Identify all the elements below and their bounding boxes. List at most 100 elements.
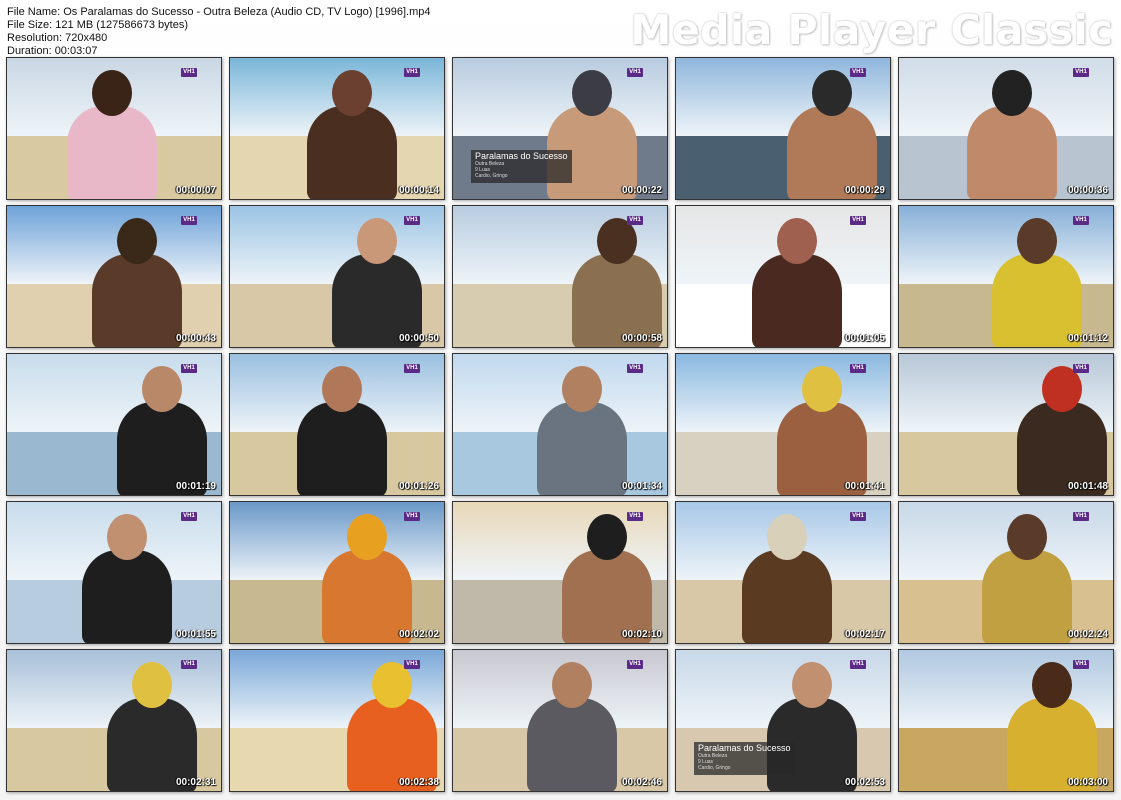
- video-thumbnail[interactable]: VH1 00:00:14: [229, 57, 445, 200]
- vh1-logo-icon: VH1: [1073, 660, 1089, 669]
- person-head: [587, 514, 627, 560]
- video-thumbnail[interactable]: VH1 00:01:19: [6, 353, 222, 496]
- video-thumbnail[interactable]: VH1 00:01:55: [6, 501, 222, 644]
- person-head: [332, 70, 372, 116]
- timestamp-label: 00:01:48: [1067, 481, 1108, 492]
- vh1-logo-icon: VH1: [850, 68, 866, 77]
- timestamp-label: 00:02:17: [844, 629, 885, 640]
- timestamp-label: 00:02:24: [1067, 629, 1108, 640]
- vh1-logo-icon: VH1: [850, 216, 866, 225]
- file-info-block: File Name: Os Paralamas do Sucesso - Out…: [7, 6, 431, 58]
- person-head: [132, 662, 172, 708]
- person-head: [357, 218, 397, 264]
- file-name-text: File Name: Os Paralamas do Sucesso - Out…: [7, 6, 431, 18]
- person-figure: [982, 550, 1072, 643]
- caption-line: Cardio, Gringo: [698, 765, 731, 771]
- video-thumbnail[interactable]: VH1 00:01:48: [898, 353, 1114, 496]
- video-thumbnail[interactable]: VH1 00:00:36: [898, 57, 1114, 200]
- vh1-logo-icon: VH1: [404, 512, 420, 521]
- video-thumbnail[interactable]: VH1 00:01:34: [452, 353, 668, 496]
- person-head: [562, 366, 602, 412]
- person-head: [572, 70, 612, 116]
- thumbnail-grid: VH1 00:00:07 VH1 00:00:14 VH1 Paralamas do Su…: [6, 57, 1116, 795]
- vh1-logo-icon: VH1: [181, 364, 197, 373]
- video-thumbnail[interactable]: VH1 Paralamas do Sucesso Outra Beleza 9 Lua…: [452, 57, 668, 200]
- person-head: [792, 662, 832, 708]
- timestamp-label: 00:01:34: [621, 481, 662, 492]
- timestamp-label: 00:00:29: [844, 185, 885, 196]
- timestamp-label: 00:01:55: [175, 629, 216, 640]
- video-thumbnail[interactable]: VH1 00:00:29: [675, 57, 891, 200]
- video-thumbnail[interactable]: VH1 00:02:31: [6, 649, 222, 792]
- vh1-logo-icon: VH1: [627, 660, 643, 669]
- person-head: [1017, 218, 1057, 264]
- person-head: [117, 218, 157, 264]
- vh1-logo-icon: VH1: [404, 660, 420, 669]
- person-figure: [967, 106, 1057, 199]
- timestamp-label: 00:00:07: [175, 185, 216, 196]
- timestamp-label: 00:02:02: [398, 629, 439, 640]
- timestamp-label: 00:01:05: [844, 333, 885, 344]
- video-thumbnail[interactable]: VH1 00:02:46: [452, 649, 668, 792]
- person-figure: [297, 402, 387, 495]
- timestamp-label: 00:00:50: [398, 333, 439, 344]
- app-brand-logo: Media Player Classic: [630, 6, 1113, 54]
- vh1-logo-icon: VH1: [850, 512, 866, 521]
- video-thumbnail[interactable]: VH1 00:02:02: [229, 501, 445, 644]
- video-thumbnail[interactable]: VH1 00:01:05: [675, 205, 891, 348]
- video-thumbnail[interactable]: VH1 00:00:58: [452, 205, 668, 348]
- vh1-logo-icon: VH1: [181, 512, 197, 521]
- caption-line: Cardio, Gringo: [475, 173, 508, 179]
- video-thumbnail[interactable]: VH1 Paralamas do Sucesso Outra Beleza 9 Lua…: [675, 649, 891, 792]
- timestamp-label: 00:00:22: [621, 185, 662, 196]
- person-figure: [307, 106, 397, 199]
- timestamp-label: 00:02:53: [844, 777, 885, 788]
- person-figure: [752, 254, 842, 347]
- video-thumbnail[interactable]: VH1 00:03:00: [898, 649, 1114, 792]
- artist-caption: Paralamas do Sucesso Outra Beleza 9 Luas Ca…: [694, 742, 795, 775]
- person-figure: [67, 106, 157, 199]
- person-figure: [537, 402, 627, 495]
- timestamp-label: 00:01:26: [398, 481, 439, 492]
- video-thumbnail[interactable]: VH1 00:00:50: [229, 205, 445, 348]
- timestamp-label: 00:01:19: [175, 481, 216, 492]
- video-thumbnail[interactable]: VH1 00:01:12: [898, 205, 1114, 348]
- vh1-logo-icon: VH1: [181, 68, 197, 77]
- video-thumbnail[interactable]: VH1 00:02:17: [675, 501, 891, 644]
- person-head: [1032, 662, 1072, 708]
- video-thumbnail[interactable]: VH1 00:02:10: [452, 501, 668, 644]
- vh1-logo-icon: VH1: [1073, 364, 1089, 373]
- video-thumbnail[interactable]: VH1 00:01:41: [675, 353, 891, 496]
- video-thumbnail[interactable]: VH1 00:02:24: [898, 501, 1114, 644]
- vh1-logo-icon: VH1: [181, 216, 197, 225]
- timestamp-label: 00:02:10: [621, 629, 662, 640]
- video-thumbnail[interactable]: VH1 00:00:07: [6, 57, 222, 200]
- caption-title: Paralamas do Sucesso: [698, 743, 791, 753]
- vh1-logo-icon: VH1: [404, 216, 420, 225]
- artist-caption: Paralamas do Sucesso Outra Beleza 9 Luas Ca…: [471, 150, 572, 183]
- person-head: [777, 218, 817, 264]
- person-head: [992, 70, 1032, 116]
- person-figure: [82, 550, 172, 643]
- caption-title: Paralamas do Sucesso: [475, 151, 568, 161]
- vh1-logo-icon: VH1: [1073, 68, 1089, 77]
- timestamp-label: 00:02:31: [175, 777, 216, 788]
- timestamp-label: 00:01:12: [1067, 333, 1108, 344]
- timestamp-label: 00:01:41: [844, 481, 885, 492]
- timestamp-label: 00:00:43: [175, 333, 216, 344]
- person-head: [322, 366, 362, 412]
- vh1-logo-icon: VH1: [627, 216, 643, 225]
- person-head: [552, 662, 592, 708]
- person-head: [767, 514, 807, 560]
- timestamp-label: 00:00:58: [621, 333, 662, 344]
- timestamp-label: 00:02:46: [621, 777, 662, 788]
- video-thumbnail[interactable]: VH1 00:00:43: [6, 205, 222, 348]
- vh1-logo-icon: VH1: [181, 660, 197, 669]
- resolution-text: Resolution: 720x480: [7, 32, 108, 44]
- vh1-logo-icon: VH1: [1073, 216, 1089, 225]
- video-thumbnail[interactable]: VH1 00:01:26: [229, 353, 445, 496]
- person-head: [347, 514, 387, 560]
- vh1-logo-icon: VH1: [1073, 512, 1089, 521]
- video-thumbnail[interactable]: VH1 00:02:38: [229, 649, 445, 792]
- person-head: [142, 366, 182, 412]
